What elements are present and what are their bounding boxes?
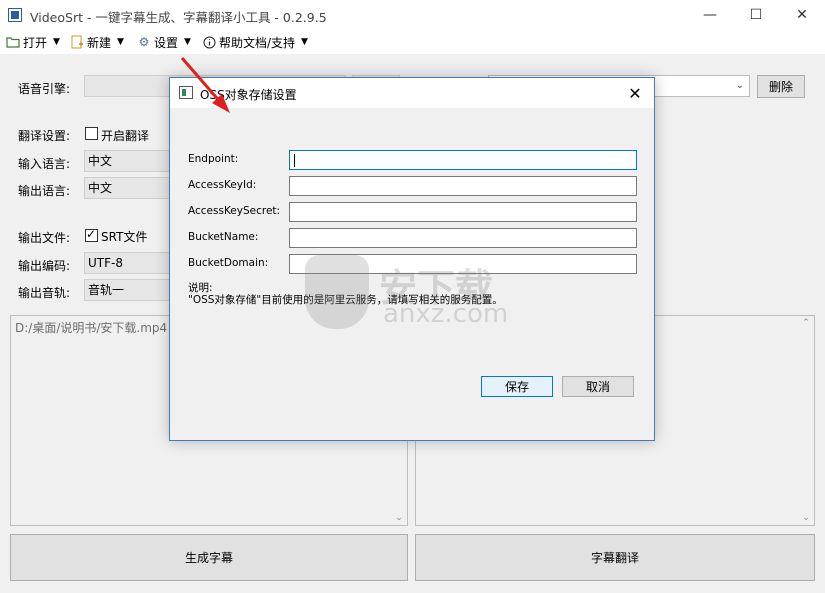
delete-button[interactable]: 删除: [757, 75, 805, 98]
translate-settings-label: 翻译设置:: [18, 129, 71, 143]
input-lang-select[interactable]: 中文: [84, 150, 174, 172]
endpoint-input[interactable]: [289, 150, 637, 170]
output-file-label: 输出文件:: [18, 231, 71, 245]
window-title: VideoSrt - 一键字幕生成、字幕翻译小工具 - 0.2.9.5: [30, 10, 327, 25]
output-encoding-select[interactable]: UTF-8: [84, 252, 174, 274]
menu-settings-label: 设置: [154, 35, 179, 50]
close-icon[interactable]: ✕: [624, 82, 646, 104]
chevron-down-icon: ▼: [184, 37, 191, 47]
file-path-text: D:/桌面/说明书/安下载.mp4: [15, 321, 168, 335]
menu-open-label: 打开: [23, 35, 48, 50]
close-button[interactable]: ✕: [779, 0, 825, 30]
bucket-name-label: BucketName:: [188, 231, 259, 243]
dialog-title-bar: OSS对象存储设置 ✕: [170, 78, 654, 108]
endpoint-label: Endpoint:: [188, 153, 239, 165]
new-file-icon: [70, 35, 84, 49]
save-button[interactable]: 保存: [481, 376, 553, 397]
dialog-window-icon: [179, 86, 193, 99]
menu-help-label: 帮助文档/支持: [219, 35, 296, 50]
output-lang-select[interactable]: 中文: [84, 177, 174, 199]
scroll-down-icon[interactable]: ⌄: [800, 513, 812, 523]
enable-translate-label: 开启翻译: [101, 129, 150, 143]
watermark-sub: anxz.com: [383, 299, 509, 329]
info-icon: [202, 35, 216, 49]
srt-label: SRT文件: [101, 230, 148, 244]
chevron-down-icon: ▼: [53, 37, 60, 47]
watermark: 安下载 anxz.com: [305, 255, 535, 335]
gear-icon: ⚙: [138, 35, 150, 49]
menu-settings[interactable]: ⚙ 设置 ▼: [137, 33, 191, 51]
text-cursor: [294, 154, 295, 167]
enable-translate-checkbox[interactable]: [85, 127, 98, 140]
bucket-name-input[interactable]: [289, 228, 637, 248]
title-bar: VideoSrt - 一键字幕生成、字幕翻译小工具 - 0.2.9.5 — ☐ …: [0, 0, 825, 30]
chevron-down-icon: ▼: [117, 37, 124, 47]
translate-subtitles-button[interactable]: 字幕翻译: [415, 534, 815, 581]
folder-icon: [6, 35, 20, 49]
cancel-button[interactable]: 取消: [562, 376, 634, 397]
chevron-down-icon: ▼: [301, 37, 308, 47]
access-key-secret-input[interactable]: [289, 202, 637, 222]
minimize-button[interactable]: —: [687, 0, 733, 30]
scroll-up-icon[interactable]: ⌃: [800, 318, 812, 328]
watermark-shield-icon: [305, 255, 369, 329]
maximize-button[interactable]: ☐: [733, 0, 779, 30]
access-key-id-input[interactable]: [289, 176, 637, 196]
access-key-id-label: AccessKeyId:: [188, 179, 257, 191]
srt-checkbox[interactable]: [85, 227, 98, 242]
output-track-select[interactable]: 音轨一: [84, 279, 174, 301]
menu-open[interactable]: 打开 ▼: [6, 33, 60, 51]
menu-new[interactable]: 新建 ▼: [70, 33, 124, 51]
generate-subtitles-button[interactable]: 生成字幕: [10, 534, 408, 581]
output-lang-label: 输出语言:: [18, 184, 71, 198]
output-encoding-label: 输出编码:: [18, 259, 71, 273]
menu-help[interactable]: 帮助文档/支持 ▼: [202, 33, 308, 51]
engine-label: 语音引擎:: [18, 82, 71, 96]
app-icon: [8, 8, 22, 22]
bucket-domain-label: BucketDomain:: [188, 257, 269, 269]
input-lang-label: 输入语言:: [18, 157, 71, 171]
chevron-down-icon: ⌄: [735, 80, 744, 91]
menu-new-label: 新建: [87, 35, 112, 50]
output-track-label: 输出音轨:: [18, 286, 71, 300]
scroll-down-icon[interactable]: ⌄: [393, 513, 405, 523]
access-key-secret-label: AccessKeySecret:: [188, 205, 281, 217]
menu-bar: 打开 ▼ 新建 ▼ ⚙ 设置 ▼ 帮助文档/支持 ▼: [0, 30, 825, 54]
dialog-title: OSS对象存储设置: [200, 88, 297, 102]
